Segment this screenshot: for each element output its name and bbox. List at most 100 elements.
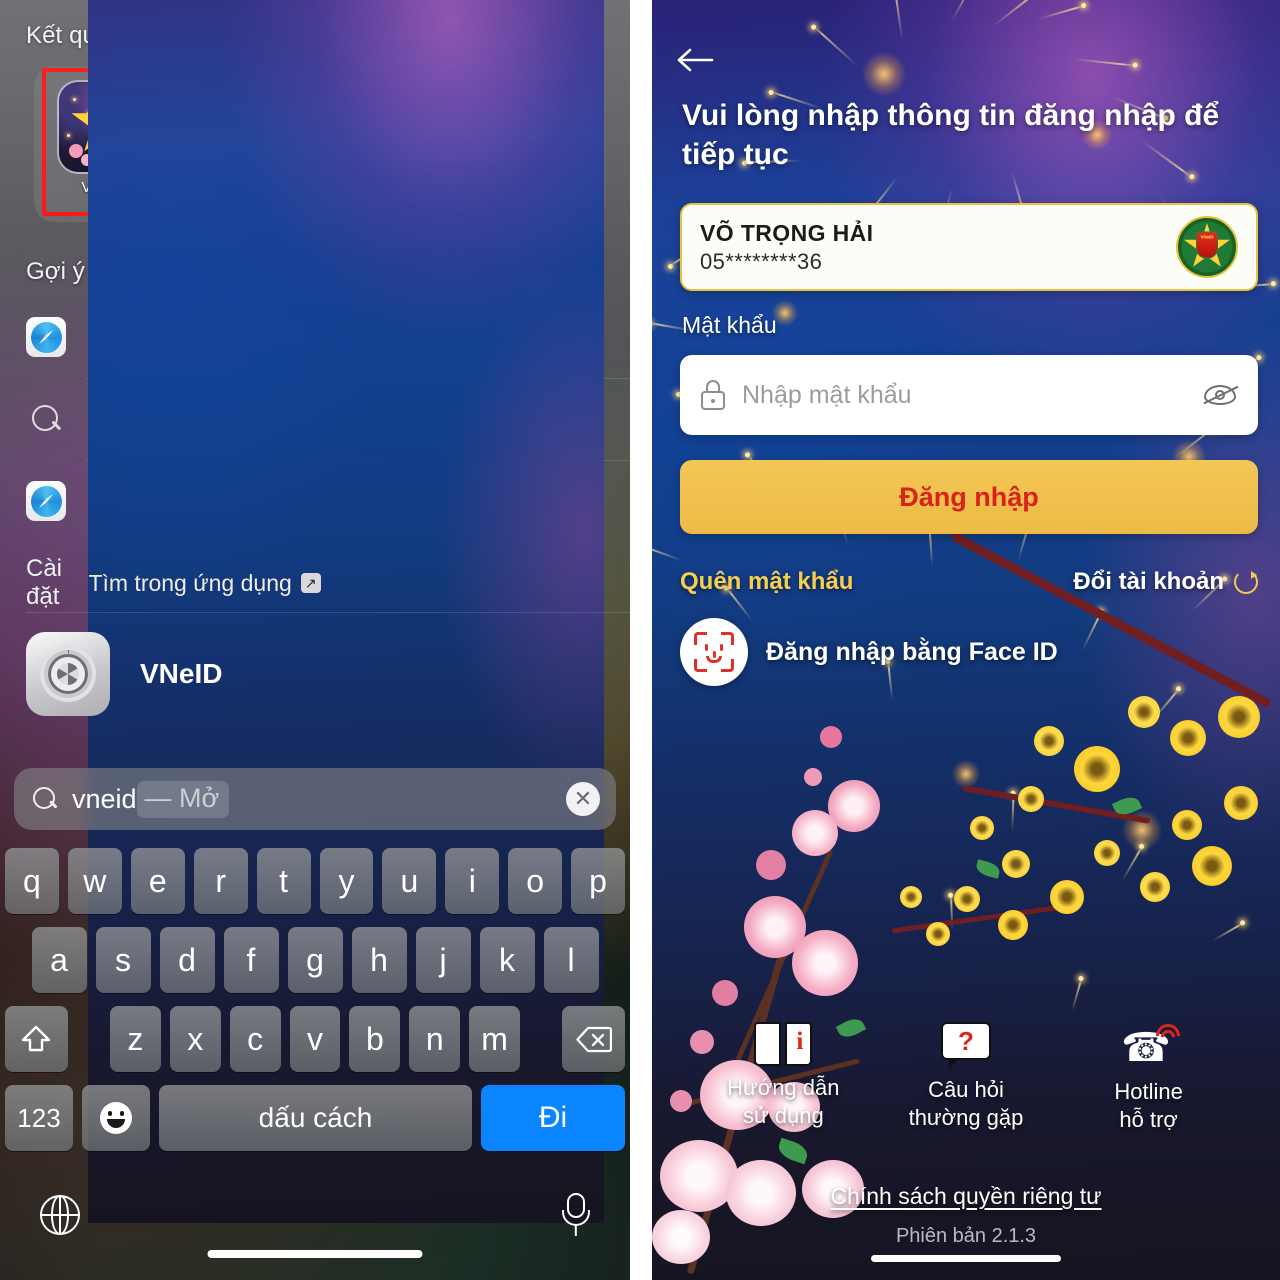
book-info-icon: i (754, 1022, 813, 1066)
footer-action-line1: Hotline (1114, 1079, 1183, 1104)
face-id-icon (680, 618, 748, 686)
key-s[interactable]: s (95, 927, 151, 993)
keyboard-row-4: 123 dấu cách Đi (0, 1085, 630, 1151)
footer-action-line1: Câu hỏi (928, 1077, 1004, 1102)
safari-icon (26, 481, 66, 521)
privacy-policy-link[interactable]: Chính sách quyền riêng tư (652, 1183, 1280, 1210)
key-w[interactable]: w (67, 848, 122, 914)
key-i[interactable]: i (445, 848, 500, 914)
key-p[interactable]: p (571, 848, 626, 914)
shift-icon (22, 1025, 51, 1052)
keyboard-row-3: z x c v b n m (0, 1006, 630, 1072)
account-masked-id: 05********36 (700, 248, 823, 274)
account-card[interactable]: VÕ TRỌNG HẢI 05********36 VNeID (680, 203, 1258, 291)
microphone-icon[interactable] (562, 1193, 590, 1237)
phone-call-icon: ☎ (1121, 1019, 1185, 1070)
app-version-label: Phiên bản 2.1.3 (895, 1225, 1037, 1247)
key-c[interactable]: c (229, 1006, 281, 1072)
page-title: Vui lòng nhập thông tin đăng nhập để tiế… (682, 99, 1220, 171)
arrow-up-right-box-icon: ↗ (300, 573, 321, 593)
settings-result-label: VNeID (140, 658, 223, 689)
back-arrow-icon (677, 48, 714, 72)
key-d[interactable]: d (159, 927, 215, 993)
footer-actions: i Hướng dẫn sử dụng ? Câu hỏi thường gặp (652, 1019, 1280, 1133)
password-placeholder: Nhập mật khẩu (742, 380, 912, 409)
numbers-key[interactable]: 123 (5, 1085, 73, 1151)
auth-links-row: Quên mật khẩu Đổi tài khoản (680, 565, 1258, 599)
key-t[interactable]: t (256, 848, 311, 914)
key-f[interactable]: f (223, 927, 279, 993)
key-x[interactable]: x (169, 1006, 221, 1072)
key-b[interactable]: b (349, 1006, 401, 1072)
footer-action-line2: thường gặp (908, 1104, 1024, 1130)
search-input[interactable]: vneid — Mở ✕ (14, 768, 616, 830)
key-q[interactable]: q (4, 848, 59, 914)
eye-off-icon[interactable] (1202, 382, 1239, 408)
key-m[interactable]: m (469, 1006, 521, 1072)
faceid-login-button[interactable]: Đăng nhập bằng Face ID (680, 618, 1058, 686)
refresh-icon (1234, 570, 1258, 594)
shift-key[interactable] (5, 1006, 68, 1072)
home-indicator (871, 1255, 1061, 1262)
footer-action-faq[interactable]: ? Câu hỏi thường gặp (891, 1022, 1041, 1131)
key-h[interactable]: h (351, 927, 407, 993)
emoji-icon (100, 1102, 132, 1134)
vneid-emblem-icon: VNeID (1176, 216, 1238, 278)
search-icon (26, 399, 66, 439)
search-query-text: vneid (72, 783, 137, 814)
keyboard-bottom-bar (0, 1185, 630, 1245)
key-a[interactable]: a (31, 927, 87, 993)
switch-account-label: Đổi tài khoản (1073, 568, 1224, 595)
clear-icon[interactable]: ✕ (566, 782, 600, 816)
key-y[interactable]: y (319, 848, 374, 914)
screenshot-stage: Kết quả phù hợp nhất VNeID (0, 0, 1280, 1280)
password-input[interactable]: Nhập mật khẩu (680, 355, 1258, 435)
delete-key[interactable] (562, 1006, 625, 1072)
keyboard-row-1: q w e r t y u i o p (0, 848, 630, 914)
key-o[interactable]: o (508, 848, 563, 914)
onscreen-keyboard: q w e r t y u i o p a s d f g h j k l z … (0, 848, 630, 1164)
footer-action-guide[interactable]: i Hướng dẫn sử dụng (708, 1022, 858, 1129)
footer-action-line2: sử dụng (742, 1102, 824, 1128)
go-key[interactable]: Đi (481, 1085, 625, 1151)
find-in-app-label: Tìm trong ứng dụng (88, 569, 292, 596)
footer-action-line1: Hướng dẫn (727, 1075, 840, 1100)
search-icon (30, 784, 60, 814)
settings-result-row[interactable]: VNeID (26, 632, 222, 716)
footer-action-line2: hỗ trợ (1119, 1106, 1178, 1132)
emblem-text: VNeID (1200, 234, 1214, 240)
lock-icon (700, 380, 726, 410)
spotlight-search-panel: Kết quả phù hợp nhất VNeID (0, 0, 630, 1280)
home-indicator (207, 1250, 423, 1258)
footer-action-hotline[interactable]: ☎ Hotline hỗ trợ (1074, 1019, 1224, 1133)
key-v[interactable]: v (289, 1006, 341, 1072)
key-j[interactable]: j (415, 927, 471, 993)
keyboard-row-2: a s d f g h j k l (0, 927, 630, 993)
faceid-label: Đăng nhập bằng Face ID (766, 637, 1058, 666)
space-key[interactable]: dấu cách (159, 1085, 472, 1151)
key-r[interactable]: r (193, 848, 248, 914)
key-n[interactable]: n (409, 1006, 461, 1072)
key-k[interactable]: k (479, 927, 535, 993)
key-g[interactable]: g (287, 927, 343, 993)
switch-account-button[interactable]: Đổi tài khoản (1073, 568, 1258, 596)
settings-divider (26, 612, 630, 613)
question-bubble-icon: ? (940, 1022, 991, 1069)
vneid-login-panel: Vui lòng nhập thông tin đăng nhập để tiế… (652, 0, 1280, 1280)
suggestions-heading: Gợi ý (26, 258, 85, 285)
settings-heading: Cài đặt (26, 555, 63, 610)
key-e[interactable]: e (130, 848, 185, 914)
safari-icon (26, 317, 66, 357)
forgot-password-link[interactable]: Quên mật khẩu (680, 568, 853, 596)
account-name: VÕ TRỌNG HẢI (700, 219, 874, 246)
login-button[interactable]: Đăng nhập (680, 460, 1258, 534)
key-z[interactable]: z (109, 1006, 161, 1072)
key-u[interactable]: u (382, 848, 437, 914)
key-l[interactable]: l (543, 927, 599, 993)
delete-icon (575, 1026, 612, 1052)
back-button[interactable] (676, 38, 728, 82)
settings-section-header: Cài đặt Tìm trong ứng dụng ↗ (26, 0, 604, 1223)
password-label: Mật khẩu (682, 312, 777, 338)
emoji-key[interactable] (82, 1085, 150, 1151)
globe-icon[interactable] (40, 1195, 80, 1235)
